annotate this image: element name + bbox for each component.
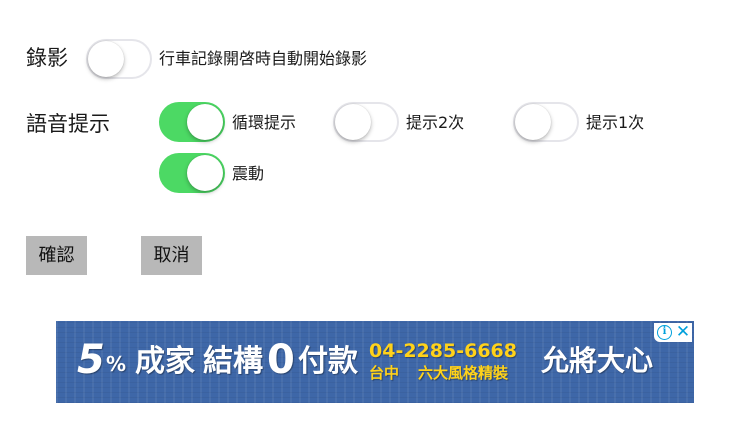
- vibration-toggle[interactable]: [159, 153, 225, 193]
- ad-choices-badge[interactable]: i ✕: [654, 323, 692, 342]
- info-icon[interactable]: i: [657, 325, 672, 340]
- prompt-once-toggle[interactable]: [513, 102, 579, 142]
- confirm-button[interactable]: 確認: [26, 236, 87, 275]
- voice-prompt-label: 語音提示: [26, 112, 110, 136]
- ad-tagline: 六大風格精裝: [418, 364, 509, 382]
- ad-location: 台中: [369, 364, 400, 382]
- ad-headline-digit-zero: 0: [267, 337, 295, 383]
- loop-prompt-toggle[interactable]: [159, 102, 225, 142]
- close-icon[interactable]: ✕: [675, 323, 691, 341]
- ad-headline-digit-five: 5: [77, 337, 105, 383]
- ad-headline-part1: 成家: [135, 344, 195, 379]
- ad-headline-part2: 結構: [203, 344, 263, 379]
- recording-toggle[interactable]: [86, 39, 152, 79]
- ad-banner[interactable]: 5 % 成家 結構 0 付款 04-2285-6668 台中 六大風格精裝 允將…: [56, 321, 694, 403]
- toggle-knob: [335, 104, 371, 140]
- loop-prompt-label: 循環提示: [232, 113, 297, 132]
- toggle-knob: [88, 41, 124, 77]
- ad-phone-number: 04-2285-6668: [369, 340, 517, 362]
- toggle-knob: [187, 155, 223, 191]
- ad-headline-part3: 付款: [298, 344, 358, 379]
- ad-headline-percent: %: [106, 352, 127, 376]
- recording-toggle-description: 行車記錄開啓時自動開始錄影: [159, 49, 368, 68]
- prompt-twice-label: 提示2次: [406, 113, 465, 132]
- toggle-knob: [515, 104, 551, 140]
- vibration-label: 震動: [232, 164, 265, 183]
- toggle-knob: [187, 104, 223, 140]
- recording-label: 錄影: [26, 46, 68, 70]
- cancel-button[interactable]: 取消: [141, 236, 202, 275]
- prompt-twice-toggle[interactable]: [333, 102, 399, 142]
- ad-brand-name: 允將大心: [541, 344, 654, 377]
- prompt-once-label: 提示1次: [586, 113, 645, 132]
